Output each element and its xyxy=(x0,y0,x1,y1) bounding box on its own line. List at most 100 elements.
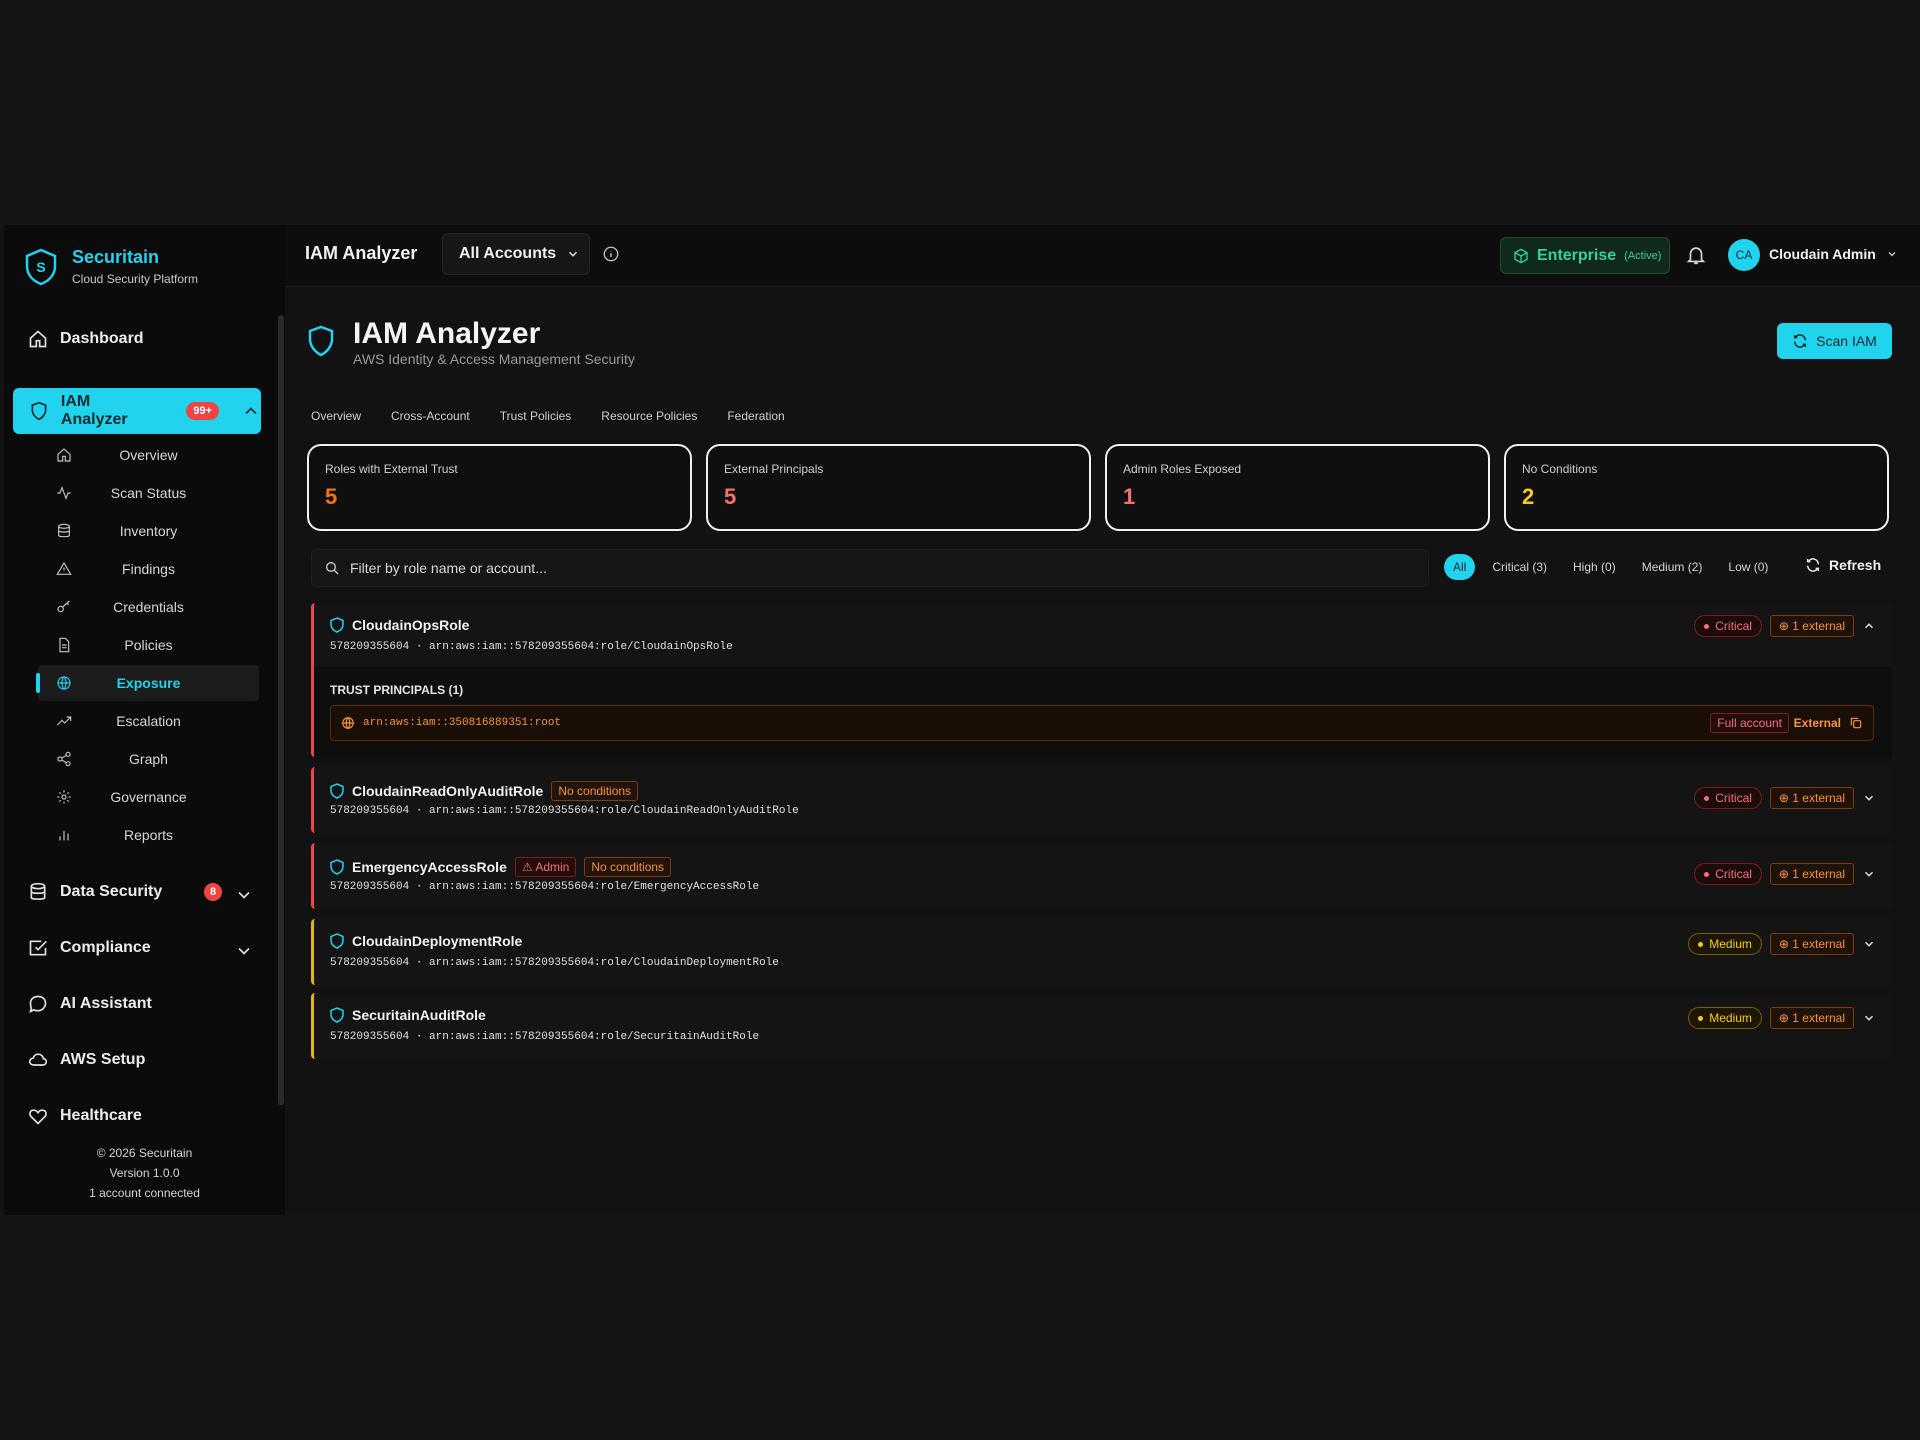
refresh-button[interactable]: Refresh xyxy=(1805,557,1881,573)
external-badge: ⊕ 1 external xyxy=(1769,787,1854,809)
severity-label: Critical xyxy=(1715,619,1752,633)
filter-low[interactable]: Low (0) xyxy=(1719,554,1777,580)
filter-all[interactable]: All xyxy=(1444,554,1476,580)
chevron-up-icon[interactable] xyxy=(1862,619,1876,633)
sidebar-item-label: Policies xyxy=(124,637,173,653)
nav-data-security-label: Data Security xyxy=(60,883,163,900)
role-card-readonlyaudit[interactable]: CloudainReadOnlyAuditRole No conditions … xyxy=(311,767,1892,833)
nav-dashboard[interactable]: Dashboard xyxy=(28,327,144,351)
chevron-down-icon[interactable] xyxy=(234,941,254,961)
chevron-down-icon[interactable] xyxy=(234,885,254,905)
kpi-label: Admin Roles Exposed xyxy=(1123,462,1242,476)
bell-icon[interactable] xyxy=(1685,244,1707,266)
chevron-down-icon[interactable] xyxy=(1862,791,1876,805)
tab-bar: Overview Cross-Account Trust Policies Re… xyxy=(311,409,785,423)
search-input[interactable]: Filter by role name or account... xyxy=(311,549,1429,587)
nav-ai-label: AI Assistant xyxy=(60,995,152,1012)
shield-icon xyxy=(31,401,47,421)
user-menu[interactable]: Cloudain Admin xyxy=(1769,246,1898,262)
severity-badge: Critical xyxy=(1694,863,1762,885)
footer-accounts: 1 account connected xyxy=(89,1186,200,1200)
role-card-securitainaudit[interactable]: SecuritainAuditRole 578209355604 · arn:a… xyxy=(311,993,1892,1059)
search-icon xyxy=(326,562,339,575)
box-icon xyxy=(1514,248,1528,263)
search-placeholder: Filter by role name or account... xyxy=(350,560,547,576)
nav-healthcare-label: Healthcare xyxy=(60,1107,142,1124)
role-name: CloudainReadOnlyAuditRole xyxy=(352,783,544,799)
tab-trust-policies[interactable]: Trust Policies xyxy=(500,409,572,423)
role-card-cloudainopsrole[interactable]: CloudainOpsRole 578209355604 · arn:aws:i… xyxy=(311,603,1892,759)
filter-high[interactable]: High (0) xyxy=(1564,554,1625,580)
sidebar-footer: © 2026 Securitain Version 1.0.0 1 accoun… xyxy=(4,1143,285,1203)
sidebar-item-label: Inventory xyxy=(119,523,178,539)
nav-aws-setup[interactable]: AWS Setup xyxy=(28,1048,145,1072)
sidebar-item-inventory[interactable]: Inventory xyxy=(38,513,259,549)
page-subtitle: AWS Identity & Access Management Securit… xyxy=(353,351,635,367)
external-label: 1 external xyxy=(1792,619,1845,633)
shield-logo-icon: S xyxy=(25,248,57,285)
sidebar-scrollbar[interactable] xyxy=(278,315,284,1105)
dot-icon xyxy=(1704,623,1710,629)
sidebar-item-exposure[interactable]: Exposure xyxy=(36,665,259,701)
trust-principal-row[interactable]: arn:aws:iam::350816889351:root Full acco… xyxy=(330,705,1874,741)
external-badge: ⊕ 1 external xyxy=(1769,615,1854,637)
filter-critical[interactable]: Critical (3) xyxy=(1483,554,1556,580)
tab-resource-policies[interactable]: Resource Policies xyxy=(601,409,697,423)
plan-name: Enterprise xyxy=(1537,246,1617,264)
sidebar-item-policies[interactable]: Policies xyxy=(38,627,259,663)
kpi-value: 2 xyxy=(1522,484,1535,509)
refresh-icon xyxy=(1806,558,1820,572)
external-label: 1 external xyxy=(1792,1011,1845,1025)
chevron-down-icon[interactable] xyxy=(1862,937,1876,951)
tab-federation[interactable]: Federation xyxy=(727,409,784,423)
nav-healthcare[interactable]: Healthcare xyxy=(28,1104,142,1128)
sidebar-item-findings[interactable]: Findings xyxy=(38,551,259,587)
principal-type: External xyxy=(1793,716,1841,730)
sidebar-item-scan-status[interactable]: Scan Status xyxy=(38,475,259,511)
top-bar: IAM Analyzer All Accounts Enterprise (Ac… xyxy=(285,225,1920,287)
brand-name: Securitain xyxy=(72,247,160,267)
tab-overview[interactable]: Overview xyxy=(311,409,361,423)
brand[interactable]: S Securitain Cloud Security Platform xyxy=(24,247,198,286)
sidebar-item-reports[interactable]: Reports xyxy=(38,817,259,853)
nav-data-security[interactable]: Data Security 8 xyxy=(28,880,252,904)
nav-compliance[interactable]: Compliance xyxy=(28,936,252,960)
scan-iam-button[interactable]: Scan IAM xyxy=(1777,323,1892,359)
chevron-down-icon xyxy=(1888,252,1896,257)
nav-ai-assistant[interactable]: AI Assistant xyxy=(28,992,152,1016)
role-card-deployment[interactable]: CloudainDeploymentRole 578209355604 · ar… xyxy=(311,919,1892,985)
info-icon[interactable] xyxy=(602,245,620,263)
sidebar-item-label: Findings xyxy=(122,561,175,577)
main-content: IAM Analyzer All Accounts Enterprise (Ac… xyxy=(285,225,1920,1215)
chevron-down-icon[interactable] xyxy=(1862,1011,1876,1025)
kpi-card-admin-roles: Admin Roles Exposed 1 xyxy=(1105,444,1490,531)
account-selector-value: All Accounts xyxy=(459,245,557,262)
sidebar-item-graph[interactable]: Graph xyxy=(38,741,259,777)
footer-copyright: © 2026 Securitain xyxy=(96,1146,193,1160)
account-selector[interactable]: All Accounts xyxy=(442,233,590,275)
plan-badge[interactable]: Enterprise (Active) xyxy=(1500,237,1670,274)
severity-label: Critical xyxy=(1715,791,1752,805)
avatar[interactable]: CA xyxy=(1728,239,1760,271)
tab-cross-account[interactable]: Cross-Account xyxy=(391,409,470,423)
nav-iam-analyzer[interactable]: IAM Analyzer 99+ xyxy=(13,388,261,434)
filter-medium[interactable]: Medium (2) xyxy=(1633,554,1712,580)
sidebar-item-governance[interactable]: Governance xyxy=(38,779,259,815)
dot-icon xyxy=(1704,871,1710,877)
severity-badge: Medium xyxy=(1688,1007,1762,1029)
external-badge: ⊕ 1 external xyxy=(1769,933,1854,955)
sidebar-item-overview[interactable]: Overview xyxy=(38,437,259,473)
trust-heading: TRUST PRINCIPALS (1) xyxy=(330,683,464,697)
shield-icon xyxy=(330,617,344,633)
sidebar-item-label: Credentials xyxy=(113,599,184,615)
chevron-up-icon[interactable] xyxy=(241,401,261,421)
chat-bubble-icon xyxy=(29,995,47,1014)
refresh-icon xyxy=(1794,334,1807,348)
role-card-emergencyaccess[interactable]: EmergencyAccessRole ⚠ Admin No condition… xyxy=(311,843,1892,909)
iam-badge: 99+ xyxy=(186,402,220,420)
copy-icon[interactable] xyxy=(1849,716,1863,730)
chevron-down-icon[interactable] xyxy=(1862,867,1876,881)
home-icon xyxy=(29,330,47,348)
sidebar-item-credentials[interactable]: Credentials xyxy=(38,589,259,625)
sidebar-item-escalation[interactable]: Escalation xyxy=(38,703,259,739)
